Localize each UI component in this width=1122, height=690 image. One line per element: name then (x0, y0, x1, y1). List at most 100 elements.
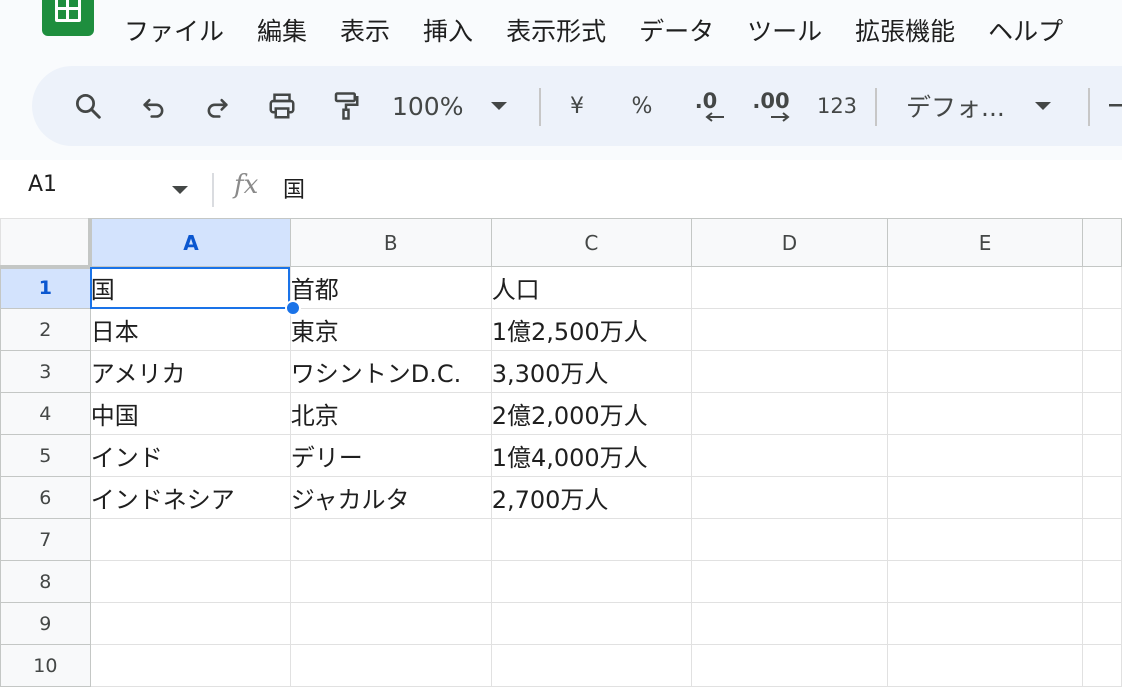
cell[interactable] (1082, 560, 1122, 603)
cell[interactable]: 日本 (89, 308, 291, 351)
cell[interactable]: ジャカルタ (289, 476, 492, 519)
column-header-c[interactable]: C (490, 218, 693, 267)
print-button[interactable] (262, 66, 302, 146)
cell[interactable]: 北京 (289, 392, 492, 435)
cell[interactable] (490, 518, 693, 561)
row-header[interactable]: 2 (0, 308, 91, 351)
cell[interactable] (691, 476, 888, 519)
name-box[interactable]: A1 (28, 172, 57, 197)
sheets-logo-icon[interactable] (42, 0, 94, 36)
chevron-down-icon[interactable] (172, 186, 188, 194)
cell[interactable] (886, 434, 1084, 477)
formula-input[interactable]: 国 (283, 172, 305, 204)
row-header[interactable]: 8 (0, 560, 91, 603)
cell[interactable]: アメリカ (89, 350, 291, 393)
menu-tools[interactable]: ツール (747, 14, 822, 50)
percent-format-button[interactable]: % (627, 66, 657, 146)
cell[interactable] (886, 644, 1084, 687)
cell[interactable] (691, 266, 888, 309)
cell[interactable] (691, 434, 888, 477)
cell[interactable] (1082, 518, 1122, 561)
cell[interactable] (886, 602, 1084, 645)
cell[interactable]: 国 (89, 266, 291, 309)
cell[interactable] (886, 560, 1084, 603)
cell[interactable] (289, 560, 492, 603)
cell[interactable] (691, 350, 888, 393)
cell[interactable] (490, 560, 693, 603)
cell[interactable]: インドネシア (89, 476, 291, 519)
cell[interactable] (691, 560, 888, 603)
increase-decimal-button[interactable]: .00 (748, 66, 794, 146)
cell[interactable] (490, 602, 693, 645)
search-button[interactable] (68, 66, 108, 146)
cell[interactable] (289, 644, 492, 687)
cell[interactable] (886, 266, 1084, 309)
cell[interactable] (691, 308, 888, 351)
cell[interactable] (289, 602, 492, 645)
cell[interactable] (89, 560, 291, 603)
column-header-b[interactable]: B (289, 218, 492, 267)
column-header-e[interactable]: E (886, 218, 1084, 267)
currency-format-button[interactable]: ¥ (562, 66, 592, 146)
cell[interactable] (1082, 350, 1122, 393)
cell[interactable] (691, 518, 888, 561)
cell[interactable]: 中国 (89, 392, 291, 435)
cell[interactable]: 人口 (490, 266, 693, 309)
decrease-font-size-button[interactable] (1108, 66, 1122, 146)
fill-handle[interactable] (285, 300, 301, 316)
cell[interactable] (1082, 266, 1122, 309)
cell[interactable] (89, 602, 291, 645)
cell[interactable] (289, 518, 492, 561)
redo-button[interactable] (197, 66, 237, 146)
cell[interactable] (886, 308, 1084, 351)
cell[interactable]: 1億4,000万人 (490, 434, 693, 477)
cell[interactable] (1082, 602, 1122, 645)
menu-view[interactable]: 表示 (340, 14, 390, 50)
cell[interactable]: デリー (289, 434, 492, 477)
font-select[interactable]: デフォ... (906, 66, 1066, 146)
row-header[interactable]: 7 (0, 518, 91, 561)
row-header[interactable]: 3 (0, 350, 91, 393)
paint-format-button[interactable] (326, 66, 366, 146)
cell[interactable] (1082, 644, 1122, 687)
cell[interactable]: インド (89, 434, 291, 477)
cell[interactable] (691, 602, 888, 645)
row-header[interactable]: 6 (0, 476, 91, 519)
cell[interactable] (691, 644, 888, 687)
column-header-f[interactable] (1082, 218, 1122, 267)
menu-extensions[interactable]: 拡張機能 (855, 14, 955, 50)
cell[interactable] (691, 392, 888, 435)
cell[interactable] (886, 518, 1084, 561)
cell[interactable] (1082, 392, 1122, 435)
cell[interactable]: 首都 (289, 266, 492, 309)
row-header[interactable]: 9 (0, 602, 91, 645)
cell[interactable]: 東京 (289, 308, 492, 351)
cell[interactable] (490, 644, 693, 687)
cell[interactable]: ワシントンD.C. (289, 350, 492, 393)
cell[interactable] (1082, 434, 1122, 477)
cell[interactable] (1082, 476, 1122, 519)
menu-file[interactable]: ファイル (124, 14, 224, 50)
cell[interactable] (886, 476, 1084, 519)
undo-button[interactable] (134, 66, 174, 146)
number-format-button[interactable]: 123 (812, 66, 862, 146)
cell[interactable] (1082, 308, 1122, 351)
column-header-a[interactable]: A (89, 218, 291, 267)
decrease-decimal-button[interactable]: .0 (686, 66, 726, 146)
zoom-select[interactable]: 100% (392, 66, 512, 146)
row-header[interactable]: 1 (0, 266, 91, 309)
cell[interactable]: 2億2,000万人 (490, 392, 693, 435)
row-header[interactable]: 5 (0, 434, 91, 477)
cell[interactable] (886, 350, 1084, 393)
cell[interactable]: 2,700万人 (490, 476, 693, 519)
row-header[interactable]: 4 (0, 392, 91, 435)
cell[interactable] (89, 518, 291, 561)
cell[interactable]: 3,300万人 (490, 350, 693, 393)
select-all-corner[interactable] (0, 218, 93, 269)
menu-insert[interactable]: 挿入 (423, 14, 473, 50)
menu-edit[interactable]: 編集 (257, 14, 307, 50)
cell[interactable] (886, 392, 1084, 435)
cell[interactable]: 1億2,500万人 (490, 308, 693, 351)
cell[interactable] (89, 644, 291, 687)
menu-data[interactable]: データ (639, 14, 714, 50)
